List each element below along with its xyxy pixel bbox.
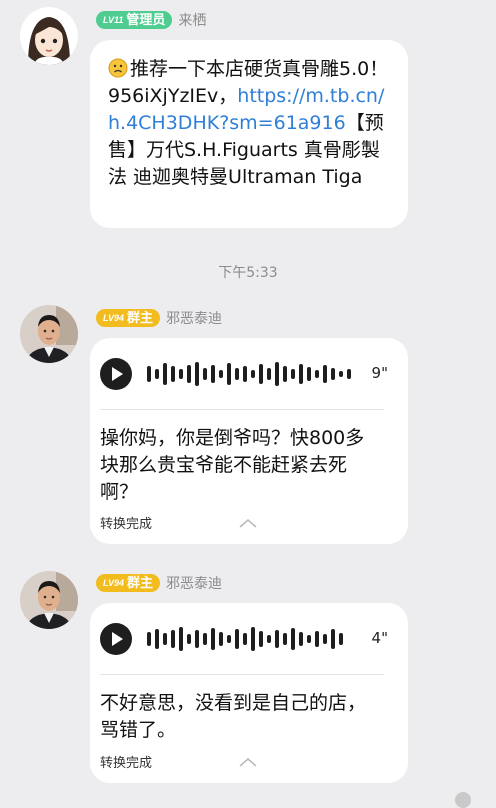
- floating-button-edge[interactable]: [455, 792, 471, 808]
- badge-level: LV94: [103, 313, 125, 323]
- text-message-bubble[interactable]: 推荐一下本店硬货真骨雕5.0！956iXjYzIEv，https://m.tb.…: [90, 40, 408, 228]
- voice-message-bubble[interactable]: 9" 操你妈，你是倒爷吗？快800多块那么贵宝爷能不能赶紧去死啊？ 转换完成: [90, 338, 408, 544]
- sender-name[interactable]: 邪恶泰迪: [166, 573, 222, 593]
- voice-duration: 9": [371, 364, 388, 382]
- badge-level: LV94: [103, 578, 125, 588]
- divider: [100, 409, 384, 410]
- conversion-status: 转换完成: [100, 517, 153, 532]
- divider: [100, 674, 384, 675]
- badge-role: 管理员: [126, 12, 166, 27]
- timestamp: 下午5:33: [218, 265, 278, 281]
- avatar[interactable]: [20, 571, 78, 629]
- voice-player[interactable]: 9": [100, 355, 388, 395]
- chevron-up-icon[interactable]: [239, 757, 257, 767]
- admin-badge: LV11 管理员: [96, 11, 173, 29]
- man-photo-avatar-icon: [20, 571, 78, 629]
- message-meta: LV94 群主 邪恶泰迪: [96, 308, 222, 328]
- voice-message-bubble[interactable]: 4" 不好意思，没看到是自己的店，骂错了。 转换完成: [90, 603, 408, 783]
- play-icon: [112, 632, 123, 646]
- badge-role: 群主: [127, 310, 154, 325]
- man-photo-avatar-icon: [20, 305, 78, 363]
- avatar[interactable]: [20, 305, 78, 363]
- owner-badge: LV94 群主: [96, 309, 161, 327]
- message-meta: LV11 管理员 来栖: [96, 10, 206, 30]
- voice-transcript: 不好意思，没看到是自己的店，骂错了。: [100, 692, 367, 741]
- sender-name[interactable]: 来栖: [178, 10, 206, 30]
- cartoon-girl-avatar-icon: [20, 7, 78, 65]
- sender-name[interactable]: 邪恶泰迪: [166, 308, 222, 328]
- message-meta: LV94 群主 邪恶泰迪: [96, 573, 222, 593]
- chevron-up-icon[interactable]: [239, 518, 257, 528]
- badge-role: 群主: [127, 575, 154, 590]
- message-text: 推荐一下本店硬货真骨雕5.0！956iXjYzIEv，https://m.tb.…: [108, 56, 392, 191]
- play-button[interactable]: [100, 358, 132, 390]
- play-button[interactable]: [100, 623, 132, 655]
- voice-duration: 4": [371, 629, 388, 647]
- voice-transcript: 操你妈，你是倒爷吗？快800多块那么贵宝爷能不能赶紧去死啊？: [100, 427, 365, 503]
- waveform-icon: [147, 362, 351, 386]
- voice-player[interactable]: 4": [100, 620, 388, 660]
- owner-badge: LV94 群主: [96, 574, 161, 592]
- worried-face-emoji-icon: [108, 58, 128, 78]
- conversion-status: 转换完成: [100, 756, 153, 771]
- avatar[interactable]: [20, 7, 78, 65]
- play-icon: [112, 367, 123, 381]
- badge-level: LV11: [103, 15, 124, 25]
- waveform-icon: [147, 627, 343, 651]
